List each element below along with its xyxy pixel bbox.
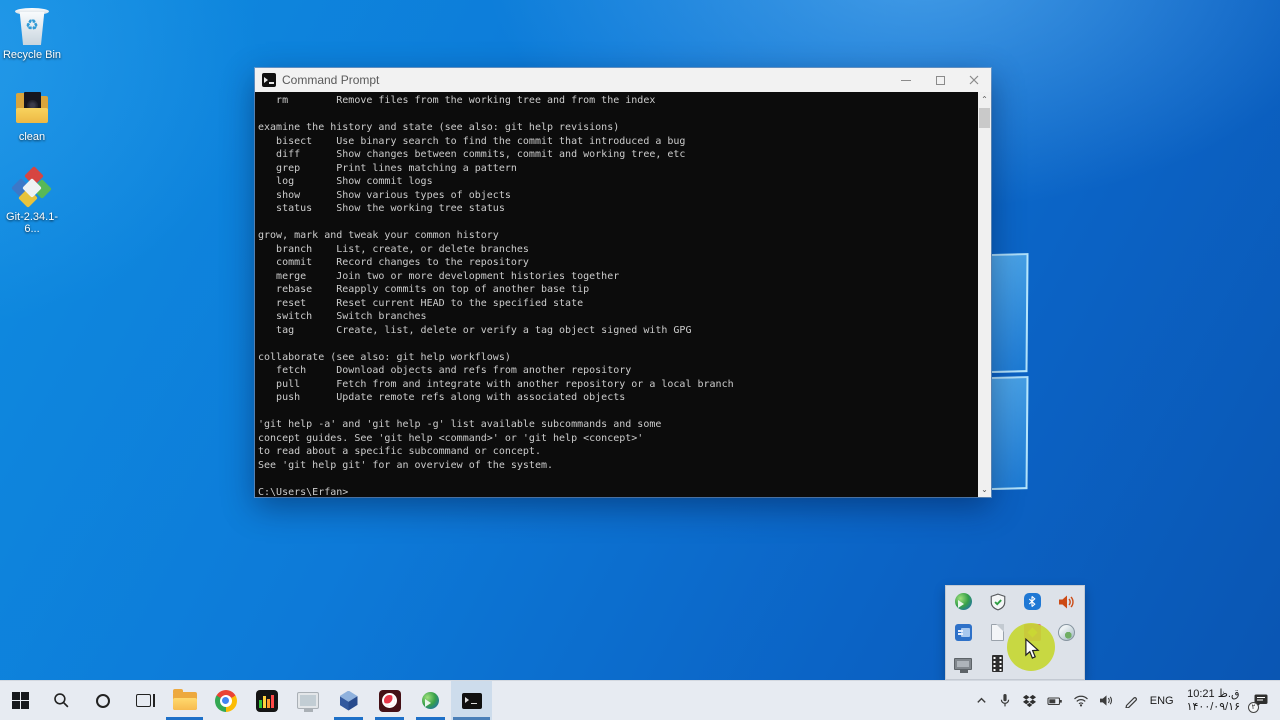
windows-logo-icon <box>12 692 29 709</box>
speaker-icon <box>1099 695 1112 706</box>
dropbox-icon <box>1022 694 1036 707</box>
notification-badge: ۲ <box>1248 701 1259 713</box>
taskbar-camtasia[interactable] <box>369 681 410 720</box>
virtualbox-icon <box>338 690 360 712</box>
microphone-icon <box>1000 694 1009 707</box>
desktop-icon-label: clean <box>18 131 46 143</box>
scrollbar-thumb[interactable] <box>979 108 990 128</box>
language-indicator[interactable]: ENG <box>1143 681 1181 721</box>
taskbar-system-monitor-app[interactable] <box>287 681 328 720</box>
tray-network-globe-icon[interactable] <box>1055 621 1079 645</box>
cortana-button[interactable] <box>82 681 123 720</box>
equalizer-icon <box>255 689 278 712</box>
action-center-button[interactable]: ۲ <box>1246 681 1276 721</box>
camtasia-icon <box>378 689 401 712</box>
taskbar-chrome[interactable] <box>205 681 246 720</box>
maximize-button[interactable] <box>923 68 957 92</box>
desktop-icon-label: Git-2.34.1-6... <box>6 211 58 235</box>
taskbar-clock[interactable]: 10:21 ق.ظ ۱۴۰۰/۰۹/۱۶ <box>1181 681 1246 721</box>
command-prompt-icon <box>461 692 482 709</box>
tray-display-icon[interactable] <box>951 652 975 676</box>
taskbar-equalizer-app[interactable] <box>246 681 287 720</box>
installer-icon <box>11 166 52 208</box>
chevron-up-icon <box>977 697 986 703</box>
tray-pen[interactable] <box>1119 681 1143 721</box>
cmd-window-icon <box>262 73 276 87</box>
window-titlebar[interactable]: Command Prompt <box>255 68 991 92</box>
hidden-icons-chevron[interactable] <box>970 681 993 721</box>
folder-icon <box>12 88 52 128</box>
taskbar-virtualbox[interactable] <box>328 681 369 720</box>
system-tray: ENG 10:21 ق.ظ ۱۴۰۰/۰۹/۱۶ ۲ <box>970 681 1280 720</box>
desktop-icon-label: Recycle Bin <box>2 49 62 61</box>
tray-bluetooth-icon[interactable] <box>1020 590 1044 614</box>
taskbar-search-button[interactable] <box>41 681 82 720</box>
idm-icon <box>422 692 439 709</box>
task-view-button[interactable] <box>123 681 164 720</box>
console-output-area[interactable]: rm Remove files from the working tree an… <box>255 92 991 497</box>
console-scrollbar[interactable]: ⌃ ⌄ <box>978 92 991 497</box>
tray-microphone[interactable] <box>993 681 1017 721</box>
tray-document-icon[interactable] <box>986 621 1010 645</box>
taskbar-idm[interactable] <box>410 681 451 720</box>
desktop-icon-recycle-bin[interactable]: ♻ Recycle Bin <box>0 6 64 61</box>
tray-defender-icon[interactable] <box>986 590 1010 614</box>
pen-icon <box>1125 696 1137 708</box>
search-icon <box>54 693 69 708</box>
tray-filmstrip-icon[interactable] <box>986 652 1010 676</box>
taskbar: ENG 10:21 ق.ظ ۱۴۰۰/۰۹/۱۶ ۲ <box>0 680 1280 720</box>
clock-time: 10:21 ق.ظ <box>1187 687 1240 700</box>
scroll-up-icon[interactable]: ⌃ <box>978 92 991 107</box>
window-title: Command Prompt <box>282 73 380 87</box>
battery-icon <box>1047 696 1062 705</box>
cortana-icon <box>95 693 110 708</box>
command-prompt-window: Command Prompt rm Remove files from the … <box>255 68 991 497</box>
start-button[interactable] <box>0 681 41 720</box>
chrome-icon <box>214 689 237 712</box>
wifi-icon <box>1073 695 1088 707</box>
file-explorer-icon <box>172 688 197 710</box>
taskbar-file-explorer[interactable] <box>164 681 205 720</box>
tray-volume[interactable] <box>1094 681 1119 721</box>
tray-idm-icon[interactable] <box>951 590 975 614</box>
task-view-icon <box>136 694 155 707</box>
desktop-wallpaper: ♻ Recycle Bin clean Git-2.34.1-6... Comm… <box>0 0 1280 720</box>
clock-date: ۱۴۰۰/۰۹/۱۶ <box>1186 700 1240 713</box>
tray-display-settings-icon[interactable] <box>951 621 975 645</box>
minimize-button[interactable] <box>889 68 923 92</box>
taskbar-command-prompt[interactable] <box>451 681 492 720</box>
console-text: rm Remove files from the working tree an… <box>258 95 734 497</box>
tray-battery[interactable] <box>1042 681 1068 721</box>
close-button[interactable] <box>957 68 991 92</box>
tray-wifi[interactable] <box>1068 681 1094 721</box>
desktop-icon-clean-folder[interactable]: clean <box>0 88 64 143</box>
taskbar-empty-area <box>492 681 970 720</box>
system-monitor-icon <box>296 692 319 712</box>
desktop-icon-git-installer[interactable]: Git-2.34.1-6... <box>0 166 64 235</box>
scroll-down-icon[interactable]: ⌄ <box>978 482 991 497</box>
tray-volume-icon[interactable] <box>1055 590 1079 614</box>
tray-dropbox[interactable] <box>1017 681 1042 721</box>
mouse-cursor <box>1025 638 1040 659</box>
recycle-bin-icon: ♻ <box>12 6 52 46</box>
